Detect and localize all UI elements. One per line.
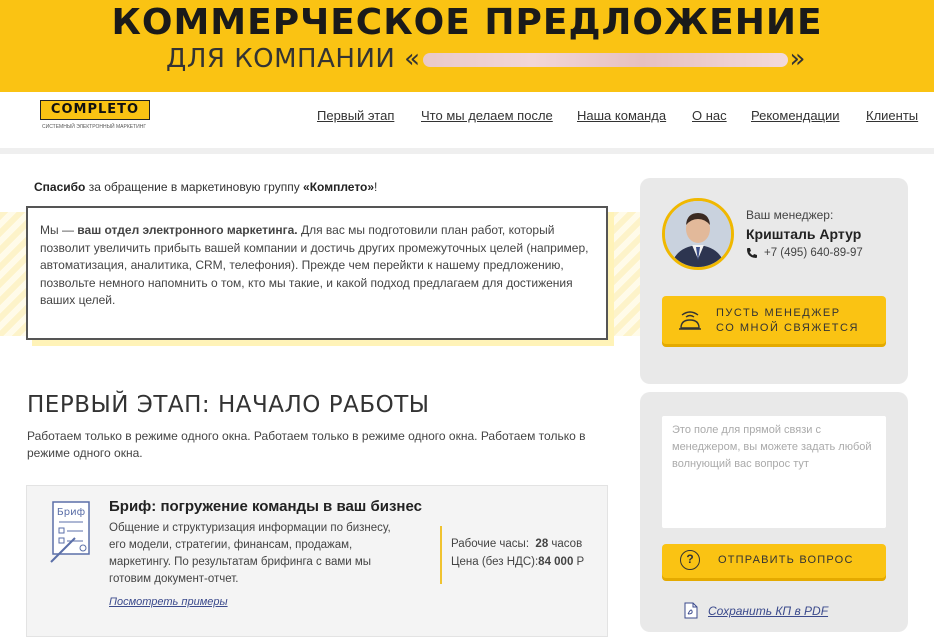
logo-wordmark: COMPLETO bbox=[40, 100, 150, 120]
brief-description: Общение и структуризация информации по б… bbox=[109, 522, 391, 585]
manager-label: Ваш менеджер: bbox=[746, 208, 834, 222]
banner-subtitle-suffix: » bbox=[789, 44, 806, 74]
brief-card: Бриф Бриф: погружение команды в ваш бизн… bbox=[26, 485, 608, 637]
save-pdf-link[interactable]: Сохранить КП в PDF bbox=[708, 604, 828, 618]
brief-divider bbox=[440, 526, 442, 584]
thanks-company: «Комплето» bbox=[303, 180, 375, 194]
pdf-icon bbox=[684, 602, 698, 619]
brief-document-icon: Бриф bbox=[50, 501, 90, 563]
intro-box: Мы — ваш отдел электронного маркетинга. … bbox=[26, 206, 608, 340]
section-title: ПЕРВЫЙ ЭТАП: НАЧАЛО РАБОТЫ bbox=[27, 392, 430, 418]
send-question-button[interactable]: ? ОТПРАВИТЬ ВОПРОС bbox=[662, 544, 886, 578]
thanks-bold: Спасибо bbox=[34, 180, 86, 194]
manager-panel: Ваш менеджер: Кришталь Артур +7 (495) 64… bbox=[640, 178, 908, 384]
section-lead: Работаем только в режиме одного окна. Ра… bbox=[27, 429, 586, 460]
intro-text: Мы — ваш отдел электронного маркетинга. … bbox=[40, 222, 596, 310]
thanks-end: ! bbox=[374, 180, 378, 194]
manager-photo-icon bbox=[665, 201, 731, 267]
phone-icon bbox=[747, 248, 757, 258]
manager-phone: +7 (495) 640-89-97 bbox=[764, 247, 863, 259]
question-textarea[interactable] bbox=[662, 416, 886, 528]
hours-unit: часов bbox=[548, 538, 583, 550]
nav-link-our-team[interactable]: Наша команда bbox=[577, 108, 666, 123]
redacted-company-name bbox=[422, 52, 788, 67]
intro-bold: ваш отдел электронного маркетинга. bbox=[77, 223, 298, 237]
nav-link-clients[interactable]: Клиенты bbox=[866, 108, 918, 123]
nav-link-about[interactable]: О нас bbox=[692, 108, 727, 123]
banner-subtitle: ДЛЯ КОМПАНИИ « » bbox=[166, 44, 806, 74]
brief-hours: Рабочие часы: 28 часов bbox=[451, 538, 582, 550]
price-unit: Р bbox=[573, 556, 585, 568]
callback-label-line1: ПУСТЬ МЕНЕДЖЕР bbox=[716, 307, 841, 319]
callback-label-line2: СО МНОЙ СВЯЖЕТСЯ bbox=[716, 322, 859, 334]
completo-logo[interactable]: COMPLETO СИСТЕМНЫЙ ЭЛЕКТРОННЫЙ МАРКЕТИНГ bbox=[40, 100, 150, 134]
brief-icon-label: Бриф bbox=[57, 507, 85, 518]
price-value: 84 000 bbox=[538, 556, 574, 568]
intro-start: Мы — bbox=[40, 223, 78, 237]
thanks-text: Спасибо за обращение в маркетиновую груп… bbox=[34, 180, 377, 194]
navbar: COMPLETO СИСТЕМНЫЙ ЭЛЕКТРОННЫЙ МАРКЕТИНГ… bbox=[0, 92, 934, 154]
nav-link-recommendations[interactable]: Рекомендации bbox=[751, 108, 840, 123]
callback-label: ПУСТЬ МЕНЕДЖЕР СО МНОЙ СВЯЖЕТСЯ bbox=[716, 306, 859, 336]
brief-title: Бриф: погружение команды в ваш бизнес bbox=[109, 498, 422, 515]
question-panel: ? ОТПРАВИТЬ ВОПРОС Сохранить КП в PDF bbox=[640, 392, 908, 632]
hours-value: 28 bbox=[535, 538, 549, 550]
examples-link[interactable]: Посмотреть примеры bbox=[109, 596, 228, 608]
request-callback-button[interactable]: ПУСТЬ МЕНЕДЖЕР СО МНОЙ СВЯЖЕТСЯ bbox=[662, 296, 886, 344]
nav-link-what-we-do-next[interactable]: Что мы делаем после bbox=[421, 108, 553, 123]
header-banner: КОММЕРЧЕСКОЕ ПРЕДЛОЖЕНИЕ ДЛЯ КОМПАНИИ « » bbox=[0, 0, 934, 92]
price-label: Цена (без НДС): bbox=[451, 556, 539, 568]
nav-link-first-stage[interactable]: Первый этап bbox=[317, 108, 394, 123]
hours-label: Рабочие часы: bbox=[451, 538, 530, 550]
thanks-body: за обращение в маркетиновую группу bbox=[85, 180, 304, 194]
manager-avatar bbox=[662, 198, 734, 270]
banner-title: КОММЕРЧЕСКОЕ ПРЕДЛОЖЕНИЕ bbox=[111, 2, 823, 43]
logo-tagline: СИСТЕМНЫЙ ЭЛЕКТРОННЫЙ МАРКЕТИНГ bbox=[42, 124, 147, 130]
send-question-label: ОТПРАВИТЬ ВОПРОС bbox=[718, 554, 854, 566]
manager-name: Кришталь Артур bbox=[746, 226, 862, 242]
reception-bell-icon bbox=[679, 311, 701, 330]
banner-subtitle-prefix: ДЛЯ КОМПАНИИ « bbox=[166, 44, 421, 74]
question-mark-icon: ? bbox=[680, 550, 700, 570]
brief-price: Цена (без НДС):84 000 Р bbox=[451, 556, 584, 568]
